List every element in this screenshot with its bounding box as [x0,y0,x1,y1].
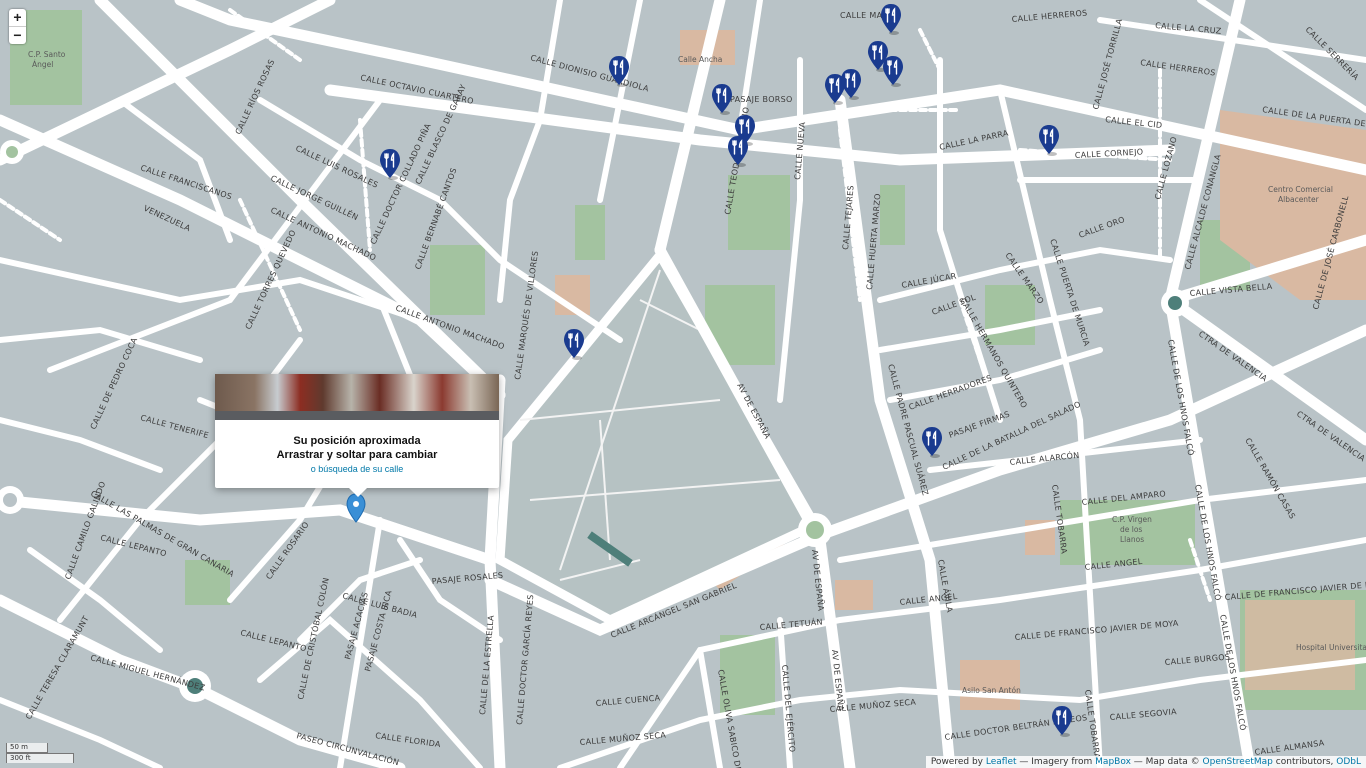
attribution-prefix: Powered by [930,757,983,767]
popup-instruction: Arrastrar y soltar para cambiar [276,449,438,461]
zoom-control: + − [9,9,26,44]
search-street-link[interactable]: o búsqueda de su calle [215,464,499,474]
mapbox-link[interactable]: MapBox [1095,757,1131,767]
leaflet-link[interactable]: Leaflet [986,757,1017,767]
scale-imperial: 300 ft [6,753,74,763]
scale-bar: 50 m 300 ft [6,743,74,763]
poi-label: Llanos [1120,535,1144,544]
poi-label: Centro Comercial [1268,185,1333,194]
map-canvas[interactable]: CALLE OCTAVIO CUARTERO CALLE DIONISIO GU… [0,0,1366,768]
osm-link[interactable]: OpenStreetMap [1203,757,1273,767]
poi-label: Asilo San Antón [962,686,1021,695]
popup-tip [349,488,367,497]
poi-label: C.P. Virgen [1112,515,1152,524]
attribution: Powered by Leaflet — Imagery from MapBox… [925,756,1366,768]
popup-title: Su posición aproximada [293,435,421,447]
poi-label: C.P. Santo [28,50,66,59]
odbl-link[interactable]: ODbL [1336,757,1361,767]
poi-label: Hospital Universitari [1296,643,1366,652]
zoom-out-button[interactable]: − [9,26,26,44]
poi-label: de los [1120,525,1142,534]
location-popup: Su posición aproximada Arrastrar y solta… [215,374,499,497]
attribution-contributors: contributors, [1275,757,1334,767]
street-view-photo [215,374,499,420]
attribution-imagery: — Imagery from [1019,757,1093,767]
poi-label: Albacenter [1278,195,1320,204]
poi-label: Ángel [32,60,53,69]
street-label: PASAJE BORSO [730,95,793,104]
zoom-in-button[interactable]: + [9,9,26,26]
scale-metric: 50 m [6,743,48,753]
attribution-mapdata: — Map data © [1133,757,1200,767]
street-label: Calle Ancha [678,55,722,64]
